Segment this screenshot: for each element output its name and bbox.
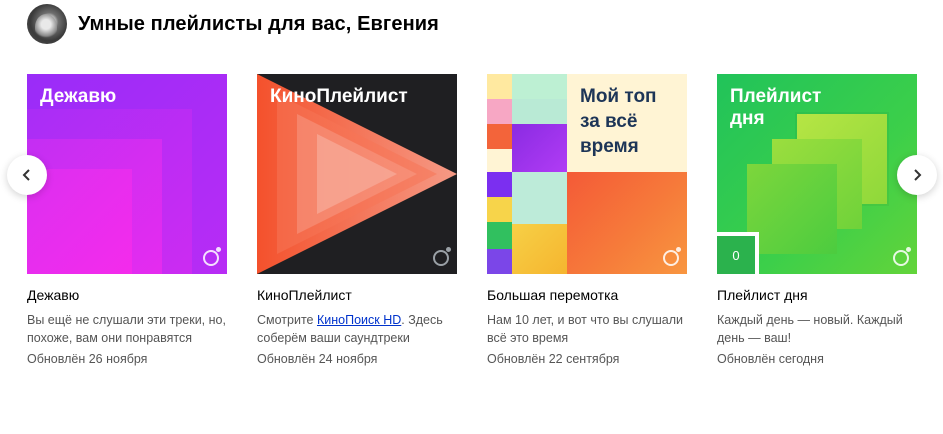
- playlist-name[interactable]: Дежавю: [27, 287, 227, 304]
- cover-title: Дежавю: [40, 86, 117, 107]
- carousel-next-button[interactable]: [897, 155, 937, 195]
- carousel-prev-button[interactable]: [7, 155, 47, 195]
- playlist-updated: Обновлён 24 ноября: [257, 352, 378, 366]
- playlist-card-dejavu[interactable]: Дежавю Дежавю Вы ещё не слушали эти трек…: [27, 74, 227, 368]
- playlist-name[interactable]: КиноПлейлист: [257, 287, 457, 304]
- chevron-left-icon: [22, 169, 30, 181]
- cover-title: КиноПлейлист: [270, 86, 408, 107]
- playlist-name[interactable]: Плейлист дня: [717, 287, 917, 304]
- cover-title: Мой топ за всё время: [580, 86, 657, 157]
- playlist-cover[interactable]: Дежавю: [27, 74, 227, 274]
- playlist-updated: Обновлён сегодня: [717, 352, 824, 366]
- cover-title: Плейлист дня: [730, 86, 822, 129]
- music-logo-icon: [433, 247, 451, 266]
- playlist-description: Каждый день — новый. Каждый день — ваш!: [717, 313, 903, 345]
- playlist-cover[interactable]: Мой топ за всё время: [487, 74, 687, 274]
- day-counter-badge: 0: [717, 232, 759, 274]
- avatar[interactable]: [27, 4, 67, 44]
- music-logo-icon: [893, 247, 911, 266]
- playlist-card-kino[interactable]: КиноПлейлист КиноПлейлист Смотрите КиноП…: [257, 74, 457, 368]
- playlist-description: Нам 10 лет, и вот что вы слушали всё это…: [487, 313, 684, 345]
- kinopoisk-link[interactable]: КиноПоиск HD: [317, 313, 401, 327]
- playlist-card-daily[interactable]: Плейлист дня 0 Плейлист дня Каждый день …: [717, 74, 917, 368]
- playlist-name[interactable]: Большая перемотка: [487, 287, 687, 304]
- playlist-description: Смотрите КиноПоиск HD. Здесь соберём ваш…: [257, 313, 443, 345]
- playlist-cover[interactable]: КиноПлейлист: [257, 74, 457, 274]
- music-logo-icon: [663, 247, 681, 266]
- playlist-description: Вы ещё не слушали эти треки, но, похоже,…: [27, 313, 226, 345]
- playlist-updated: Обновлён 26 ноября: [27, 352, 148, 366]
- chevron-right-icon: [914, 169, 922, 181]
- section-header: Умные плейлисты для вас, Евгения: [27, 4, 439, 44]
- section-title: Умные плейлисты для вас, Евгения: [78, 12, 439, 35]
- playlist-card-rewind[interactable]: Мой топ за всё время Большая перемотка Н…: [487, 74, 687, 368]
- music-logo-icon: [203, 247, 221, 266]
- playlist-updated: Обновлён 22 сентября: [487, 352, 620, 366]
- playlist-cover[interactable]: Плейлист дня 0: [717, 74, 917, 274]
